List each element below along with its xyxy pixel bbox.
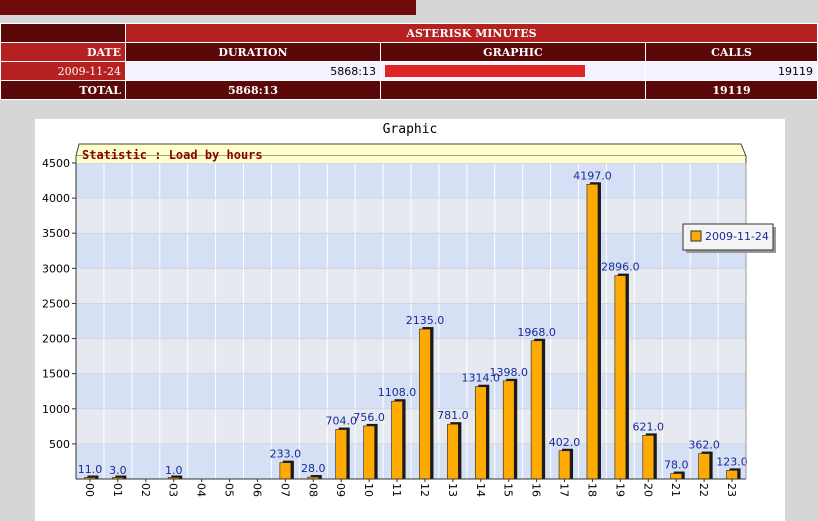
data-label: 2135.0 <box>406 314 445 327</box>
column-header-duration: DURATION <box>125 42 381 62</box>
x-tick-label: 10 <box>362 483 375 497</box>
row-calls: 19119 <box>645 61 818 81</box>
total-duration: 5868:13 <box>125 80 381 100</box>
data-label: 28.0 <box>301 462 326 475</box>
x-tick-label: 19 <box>613 483 626 497</box>
column-header-graphic: GRAPHIC <box>380 42 646 62</box>
y-tick-label: 4000 <box>42 192 70 205</box>
bar <box>502 380 515 480</box>
row-date: 2009-11-24 <box>0 61 126 81</box>
chart-panel: Graphic 11.0 3.0 1.0 233.0 28.0 704.0 756.0 110… <box>35 119 785 521</box>
bar <box>698 453 710 480</box>
table-title: ASTERISK MINUTES <box>125 23 818 43</box>
data-label: 1.0 <box>165 464 183 477</box>
y-tick-label: 500 <box>49 438 70 451</box>
top-banner <box>0 0 416 15</box>
y-tick-label: 4500 <box>42 157 70 170</box>
x-tick-label: 14 <box>474 483 487 497</box>
x-tick-label: 22 <box>697 483 710 497</box>
stats-table: ASTERISK MINUTES DATE DURATION GRAPHIC C… <box>0 23 818 100</box>
data-label: 1108.0 <box>378 386 417 399</box>
x-tick-label: 01 <box>111 483 124 497</box>
total-label: TOTAL <box>0 80 126 100</box>
data-label: 704.0 <box>325 415 357 428</box>
x-tick-label: 18 <box>585 483 598 497</box>
data-label: 78.0 <box>664 459 689 472</box>
bar <box>558 450 571 480</box>
chart-subtitle: Statistic : Load by hours <box>82 148 263 162</box>
bar <box>642 435 655 480</box>
x-tick-label: 17 <box>558 483 571 497</box>
x-tick-label: 00 <box>83 483 96 497</box>
x-tick-label: 21 <box>669 483 682 497</box>
data-label: 2896.0 <box>601 261 640 274</box>
x-tick-label: 12 <box>418 483 431 497</box>
bar <box>447 423 459 480</box>
x-tick-label: 20 <box>641 483 654 497</box>
data-label: 1968.0 <box>517 326 556 339</box>
row-graphic <box>380 61 646 81</box>
total-calls: 19119 <box>645 80 818 100</box>
row-duration: 5868:13 <box>125 61 381 81</box>
bar <box>586 183 599 480</box>
x-tick-label: 09 <box>334 483 347 497</box>
y-tick-label: 3000 <box>42 262 70 275</box>
legend-swatch <box>690 230 702 242</box>
total-graphic <box>380 80 646 100</box>
data-label: 3.0 <box>109 464 127 477</box>
bar <box>279 462 292 480</box>
chart-legend: 2009-11-24 <box>682 223 776 253</box>
x-tick-label: 04 <box>195 483 208 497</box>
x-tick-label: 07 <box>278 483 291 497</box>
bar <box>363 425 375 480</box>
bar <box>614 275 627 480</box>
y-tick-label: 2500 <box>42 297 70 310</box>
duration-bar <box>385 65 585 77</box>
y-tick-label: 3500 <box>42 227 70 240</box>
x-tick-label: 03 <box>167 483 180 497</box>
load-by-hours-chart: 11.0 3.0 1.0 233.028.0 704.0756.0 1108.0 2135.… <box>42 143 776 497</box>
data-label: 233.0 <box>270 448 302 461</box>
bar <box>670 473 683 480</box>
y-tick-label: 2000 <box>42 333 70 346</box>
data-label: 756.0 <box>353 411 385 424</box>
data-label: 621.0 <box>633 420 665 433</box>
x-tick-label: 15 <box>502 483 515 497</box>
bar <box>726 470 738 480</box>
data-label: 4197.0 <box>573 169 612 182</box>
y-tick-label: 1500 <box>42 368 70 381</box>
column-header-calls: CALLS <box>645 42 818 62</box>
data-label: 123.0 <box>716 455 748 468</box>
bar <box>391 400 403 480</box>
bar <box>419 328 431 480</box>
x-tick-label: 11 <box>390 483 403 497</box>
column-header-date: DATE <box>0 42 126 62</box>
data-label: 362.0 <box>688 439 720 452</box>
data-label: 402.0 <box>549 436 581 449</box>
x-tick-label: 23 <box>725 483 738 497</box>
bar <box>335 429 348 480</box>
legend-label: 2009-11-24 <box>705 230 769 243</box>
data-label: 1398.0 <box>489 366 528 379</box>
x-tick-label: 05 <box>223 483 236 497</box>
x-tick-label: 06 <box>250 483 263 497</box>
x-tick-label: 08 <box>306 483 319 497</box>
table-row: 2009-11-24 5868:13 19119 <box>0 61 818 81</box>
x-tick-label: 16 <box>530 483 543 497</box>
x-tick-label: 02 <box>139 483 152 497</box>
x-tick-label: 13 <box>446 483 459 497</box>
table-corner <box>0 23 126 43</box>
bar <box>530 340 543 480</box>
data-label: 11.0 <box>78 463 103 476</box>
bar <box>474 386 487 480</box>
y-tick-label: 1000 <box>42 403 70 416</box>
data-label: 781.0 <box>437 409 469 422</box>
